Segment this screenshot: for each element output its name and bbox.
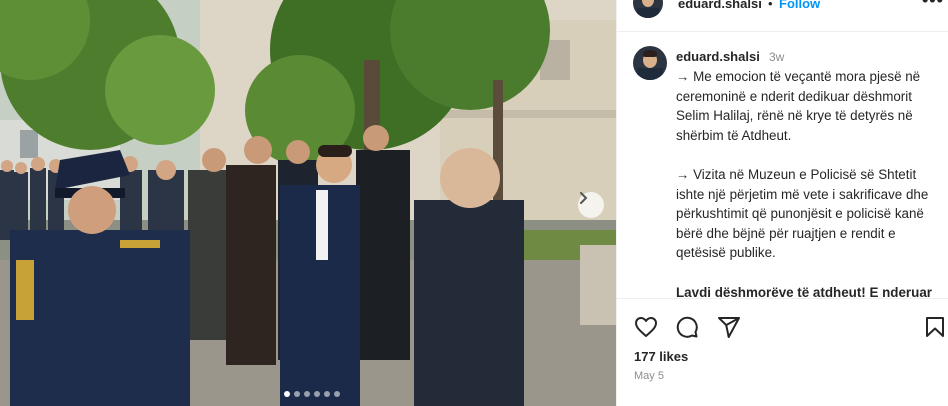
post-side-panel: eduard.shalsi • Follow ••• eduard.shalsi… [616,0,948,406]
carousel-dot [284,391,290,397]
more-options-icon[interactable]: ••• [922,0,944,11]
avatar[interactable] [633,0,663,18]
caption-paragraph: → Me emocion të veçantë mora pjesë në ce… [676,69,921,143]
post-date: May 5 [634,370,664,382]
photo-scene [0,0,616,406]
carousel-next-button[interactable] [578,192,604,218]
comment-icon[interactable] [675,315,699,339]
carousel-dot [324,391,330,397]
post-photo [0,0,616,406]
caption-paragraph: Lavdi dëshmorëve të atdheut! E nderuar v… [676,284,932,298]
carousel-dot [314,391,320,397]
carousel-dot [334,391,340,397]
caption-paragraph: → Vizita në Muzeun e Policisë së Shtetit… [676,166,929,261]
share-icon[interactable] [717,315,741,339]
caption-text: → Me emocion të veçantë mora pjesë në ce… [676,67,938,298]
caption-username[interactable]: eduard.shalsi [676,49,760,64]
username-link[interactable]: eduard.shalsi [678,0,762,11]
post-actions: 177 likes May 5 [617,298,948,406]
caption-avatar[interactable] [633,46,667,80]
chevron-right-icon [580,192,588,204]
post-time-ago: 3w [769,50,785,64]
separator-dot: • [768,0,773,11]
likes-count[interactable]: 177 likes [634,349,688,364]
caption-section: eduard.shalsi 3w → Me emocion të veçantë… [617,40,948,298]
heart-icon[interactable] [634,315,658,339]
follow-button[interactable]: Follow [779,0,820,11]
carousel-indicator [284,391,340,397]
post-header: eduard.shalsi • Follow ••• [617,0,948,32]
bookmark-icon[interactable] [923,315,947,339]
carousel-dot [304,391,310,397]
carousel-dot [294,391,300,397]
